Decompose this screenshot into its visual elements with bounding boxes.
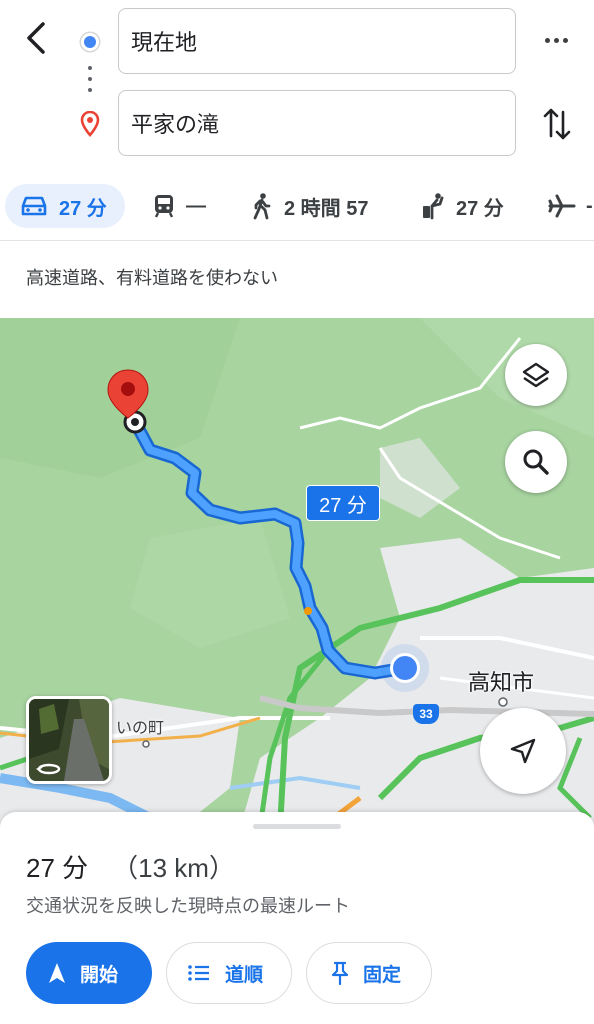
tab-car-label: 27 分 bbox=[59, 197, 107, 220]
start-label: 開始 bbox=[80, 964, 119, 986]
tab-transit-label: — bbox=[186, 194, 206, 217]
tab-ride[interactable]: 27 分 bbox=[420, 184, 504, 228]
destination-input[interactable]: 平家の滝 bbox=[118, 90, 516, 156]
tab-transit[interactable]: — bbox=[152, 184, 206, 228]
back-arrow-icon bbox=[27, 22, 45, 54]
divider bbox=[0, 240, 594, 241]
more-vert-icon bbox=[544, 37, 550, 43]
pin-icon bbox=[331, 961, 349, 985]
navigation-icon bbox=[49, 963, 65, 983]
pin-label: 固定 bbox=[363, 964, 402, 986]
map-view[interactable]: 27 分 高知市 いの町 33 bbox=[0, 318, 594, 828]
search-icon bbox=[523, 449, 549, 475]
start-button[interactable]: 開始 bbox=[26, 942, 152, 1004]
back-button[interactable] bbox=[18, 18, 54, 58]
town-label: いの町 bbox=[116, 720, 165, 737]
layers-button[interactable] bbox=[505, 344, 567, 406]
connector-dots-icon bbox=[88, 66, 92, 92]
steps-label: 道順 bbox=[225, 964, 264, 986]
steps-button[interactable]: 道順 bbox=[166, 942, 292, 1004]
destination-pin-icon bbox=[80, 110, 100, 142]
my-location-button[interactable] bbox=[480, 708, 566, 794]
origin-dot-icon bbox=[81, 33, 99, 51]
ride-icon bbox=[423, 193, 444, 220]
street-view-thumbnail[interactable] bbox=[26, 696, 112, 784]
route-description: 交通状況を反映した現時点の最速ルート bbox=[26, 896, 350, 916]
origin-input[interactable]: 現在地 bbox=[118, 8, 516, 74]
route-distance: （13 km） bbox=[112, 853, 235, 883]
swap-button[interactable] bbox=[540, 104, 574, 144]
tab-car[interactable]: 27 分 bbox=[5, 184, 125, 228]
route-options-text[interactable]: 高速道路、有料道路を使わない bbox=[26, 264, 278, 290]
list-icon bbox=[188, 965, 209, 981]
car-icon bbox=[21, 196, 47, 216]
train-icon bbox=[154, 195, 174, 218]
route-number-badge: 33 bbox=[413, 704, 439, 724]
search-along-route-button[interactable] bbox=[505, 431, 567, 493]
swap-icon bbox=[543, 108, 571, 140]
directions-header: 現在地 平家の滝 bbox=[0, 0, 594, 170]
route-time-callout[interactable]: 27 分 bbox=[306, 485, 380, 521]
route-duration: 27 分 bbox=[26, 853, 89, 883]
tab-ride-label: 27 分 bbox=[456, 197, 504, 220]
city-label: 高知市 bbox=[468, 670, 535, 695]
flight-icon bbox=[548, 194, 576, 218]
drag-handle[interactable] bbox=[253, 824, 341, 829]
tab-flight[interactable]: - bbox=[548, 184, 593, 228]
tab-walk[interactable]: 2 時間 57 bbox=[250, 184, 368, 228]
layers-icon bbox=[522, 362, 550, 388]
walk-icon bbox=[253, 193, 271, 220]
more-options-button[interactable] bbox=[540, 28, 572, 52]
travel-mode-tabs: 27 分 — 2 時間 57 27 分 - bbox=[0, 176, 594, 238]
tab-flight-label: - bbox=[586, 194, 593, 217]
tab-walk-label: 2 時間 57 bbox=[284, 197, 369, 220]
pin-button[interactable]: 固定 bbox=[306, 942, 432, 1004]
navigation-icon bbox=[510, 738, 536, 764]
route-summary: 27 分 （13 km） bbox=[26, 848, 235, 885]
route-summary-sheet: 27 分 （13 km） 交通状況を反映した現時点の最速ルート 開始 道順 固定 bbox=[0, 812, 594, 1024]
